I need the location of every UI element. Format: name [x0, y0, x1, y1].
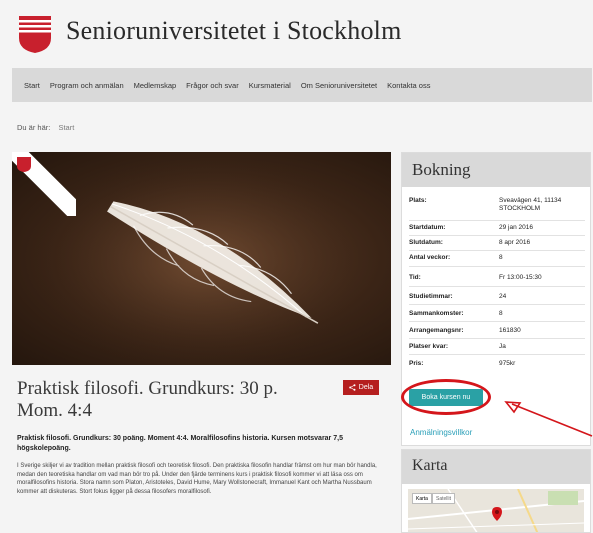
nav-item-course-material[interactable]: Kursmaterial — [249, 81, 291, 90]
booking-value: Sveavägen 41, 11134 STOCKHOLM — [499, 197, 562, 212]
share-label: Dela — [358, 384, 374, 391]
breadcrumb: Du är här: Start — [17, 123, 74, 132]
booking-value: 29 jan 2016 — [499, 224, 533, 231]
corner-ribbon — [12, 152, 76, 216]
booking-row-location: Plats: Sveavägen 41, 11134 STOCKHOLM — [409, 197, 585, 217]
annotation-arrow — [504, 401, 593, 437]
booking-value: 8 apr 2016 — [499, 239, 531, 246]
booking-label: Startdatum: — [409, 224, 446, 231]
booking-value: Ja — [499, 343, 506, 350]
map-pin-icon — [492, 507, 502, 521]
booking-label: Slutdatum: — [409, 239, 443, 246]
booking-value: 8 — [499, 254, 503, 261]
site-header: Senioruniversitetet i Stockholm — [0, 0, 593, 62]
map-title: Karta — [412, 457, 448, 474]
booking-label: Arrangemangsnr: — [409, 327, 464, 334]
breadcrumb-start-link[interactable]: Start — [58, 123, 74, 132]
booking-value: 161830 — [499, 327, 521, 334]
map-tab-satellite[interactable]: Satellit — [432, 493, 456, 504]
nav-item-membership[interactable]: Medlemskap — [134, 81, 177, 90]
booking-value: 975kr — [499, 360, 516, 367]
logo-icon[interactable] — [17, 14, 53, 54]
map-tab-map[interactable]: Karta — [412, 493, 432, 504]
nav-item-program[interactable]: Program och anmälan — [50, 81, 124, 90]
booking-value: 8 — [499, 310, 503, 317]
share-icon — [348, 384, 356, 391]
booking-title: Bokning — [412, 160, 471, 179]
nav-item-faq[interactable]: Frågor och svar — [186, 81, 239, 90]
map-view[interactable]: Karta Satellit — [408, 489, 584, 532]
map-header: Karta — [402, 450, 590, 484]
course-title: Praktisk filosofi. Grundkurs: 30 p. Mom.… — [17, 378, 278, 421]
nav-item-about[interactable]: Om Senioruniversitetet — [301, 81, 377, 90]
main-nav: Start Program och anmälan Medlemskap Frå… — [12, 68, 592, 102]
hero-image — [12, 152, 391, 365]
ribbon-logo-icon — [17, 157, 31, 172]
booking-label: Plats: — [409, 197, 427, 204]
booking-label: Studietimmar: — [409, 293, 453, 300]
nav-item-start[interactable]: Start — [24, 81, 40, 90]
site-title[interactable]: Senioruniversitetet i Stockholm — [66, 16, 402, 46]
map-panel: Karta Karta Satellit — [401, 449, 591, 533]
page: Senioruniversitetet i Stockholm Start Pr… — [0, 0, 593, 533]
annotation-circle — [401, 379, 491, 415]
booking-value: 24 — [499, 293, 507, 300]
nav-item-contact[interactable]: Kontakta oss — [387, 81, 430, 90]
booking-value: Fr 13:00-15:30 — [499, 274, 542, 281]
booking-label: Platser kvar: — [409, 343, 449, 350]
terms-link[interactable]: Anmälningsvillkor — [410, 428, 472, 437]
booking-label: Sammankomster: — [409, 310, 464, 317]
booking-label: Pris: — [409, 360, 424, 367]
booking-label: Tid: — [409, 274, 421, 281]
course-description: I Sverige skiljer vi av tradition mellan… — [17, 463, 377, 495]
booking-header: Bokning — [402, 153, 590, 187]
breadcrumb-prefix: Du är här: — [17, 123, 51, 132]
share-button[interactable]: Dela — [343, 380, 379, 395]
booking-label: Antal veckor: — [409, 254, 451, 261]
course-subtitle: Praktisk filosofi. Grundkurs: 30 poäng. … — [17, 435, 343, 452]
